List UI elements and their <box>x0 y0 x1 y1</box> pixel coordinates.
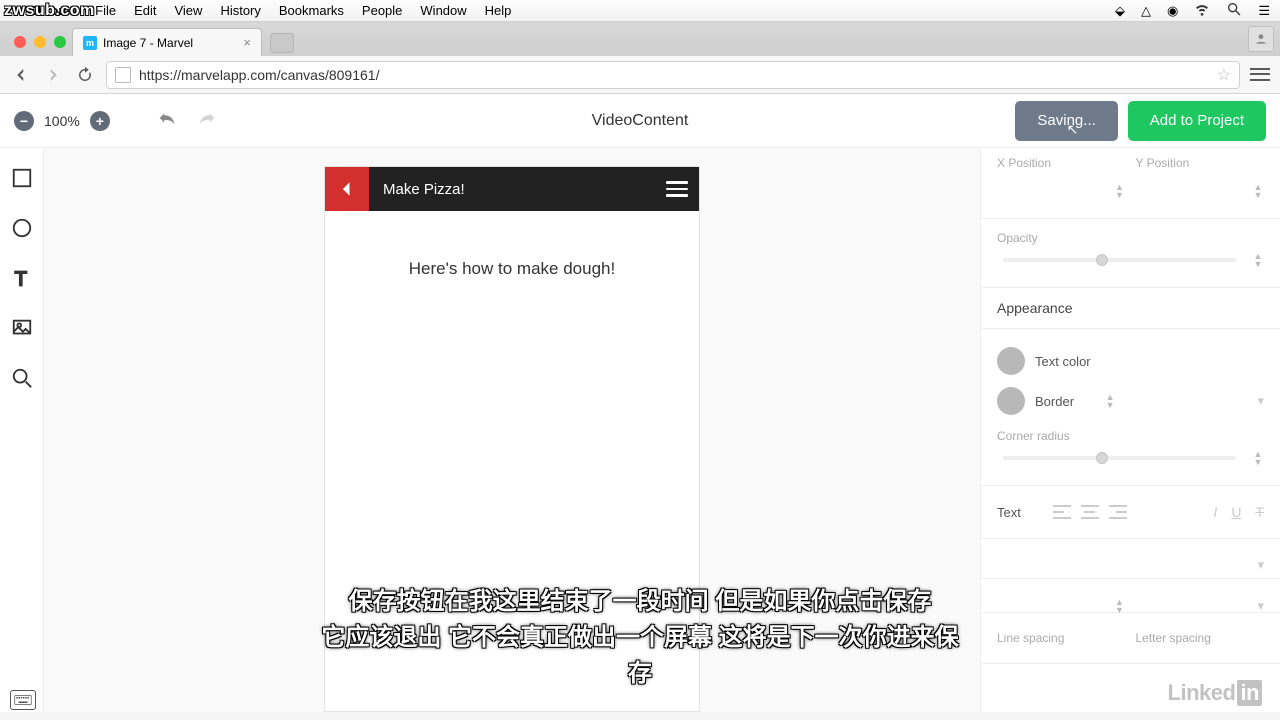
browser-window: m Image 7 - Marvel × https://marvelapp.c… <box>0 22 1280 94</box>
line-spacing-label: Line spacing <box>997 631 1126 645</box>
favicon-icon: m <box>83 36 97 50</box>
border-color-swatch[interactable] <box>997 387 1025 415</box>
font-weight-dropdown[interactable]: ▾ <box>1257 598 1264 614</box>
text-color-label: Text color <box>1035 354 1091 369</box>
x-position-label: X Position <box>997 156 1126 170</box>
tool-rail: T <box>0 148 44 712</box>
url-field[interactable]: https://marvelapp.com/canvas/809161/ ☆ <box>106 61 1240 89</box>
menu-view[interactable]: View <box>174 3 202 18</box>
profile-button[interactable] <box>1248 26 1274 52</box>
tab-strip: m Image 7 - Marvel × <box>0 22 1280 56</box>
watermark-text: zwsub.com <box>4 2 95 20</box>
nav-back-button[interactable] <box>10 64 32 86</box>
undo-button[interactable] <box>156 107 178 134</box>
zoom-level: 100% <box>44 113 80 129</box>
artboard-header: Make Pizza! <box>325 167 699 211</box>
border-width-stepper[interactable]: ▲▼ <box>1104 392 1116 410</box>
align-center-button[interactable] <box>1081 505 1099 519</box>
x-position-stepper[interactable]: ▲▼ <box>1114 182 1126 200</box>
font-size-stepper[interactable]: ▲▼ <box>1114 597 1126 615</box>
rectangle-tool[interactable] <box>10 166 34 190</box>
border-style-dropdown[interactable]: ▾ <box>1257 393 1264 409</box>
redo-button <box>196 107 218 134</box>
search-tool[interactable] <box>10 366 34 390</box>
page-icon <box>115 67 131 83</box>
menu-help[interactable]: Help <box>485 3 512 18</box>
linkedin-watermark: Linkedin <box>1168 680 1262 706</box>
macos-menubar: Chrome File Edit View History Bookmarks … <box>0 0 1280 22</box>
menu-window[interactable]: Window <box>420 3 466 18</box>
font-dropdown[interactable]: ▾ <box>1257 557 1264 573</box>
menu-file[interactable]: File <box>95 3 116 18</box>
zoom-in-button[interactable]: + <box>90 111 110 131</box>
gdrive-icon[interactable]: △ <box>1141 3 1151 19</box>
underline-button[interactable]: U <box>1231 504 1241 520</box>
chrome-menu-button[interactable] <box>1250 65 1270 85</box>
nav-reload-button[interactable] <box>74 64 96 86</box>
menu-people[interactable]: People <box>362 3 402 18</box>
align-left-button[interactable] <box>1053 505 1071 519</box>
spotlight-icon[interactable] <box>1226 1 1242 20</box>
window-controls <box>8 36 72 56</box>
image-tool[interactable] <box>10 316 34 340</box>
svg-text:T: T <box>14 268 26 289</box>
cc-icon[interactable]: ◉ <box>1167 3 1178 19</box>
add-to-project-button[interactable]: Add to Project <box>1128 101 1266 141</box>
subtitle-overlay: 保存按钮在我这里结束了一段时间 但是如果你点击保存 它应该退出 它不会真正做出一… <box>320 584 960 692</box>
window-minimize-icon[interactable] <box>34 36 46 48</box>
y-position-label: Y Position <box>1136 156 1265 170</box>
corner-radius-label: Corner radius <box>997 429 1264 443</box>
text-color-swatch[interactable] <box>997 347 1025 375</box>
align-right-button[interactable] <box>1109 505 1127 519</box>
artboard-menu-icon[interactable] <box>655 181 699 197</box>
opacity-label: Opacity <box>997 231 1264 245</box>
dropbox-icon[interactable]: ⬙ <box>1115 3 1125 19</box>
text-tool[interactable]: T <box>10 266 34 290</box>
y-position-stepper[interactable]: ▲▼ <box>1252 182 1264 200</box>
document-title[interactable]: VideoContent <box>592 112 689 130</box>
menu-edit[interactable]: Edit <box>134 3 156 18</box>
inspector-panel: X Position Y Position ▲▼ ▲▼ Opacity ▲▼ A… <box>980 148 1280 712</box>
save-button[interactable]: Saving... ↖ <box>1015 101 1117 141</box>
ellipse-tool[interactable] <box>10 216 34 240</box>
italic-button[interactable]: I <box>1213 504 1217 520</box>
tab-close-icon[interactable]: × <box>243 35 251 50</box>
appearance-section-title: Appearance <box>997 300 1264 316</box>
tab-title: Image 7 - Marvel <box>103 36 193 50</box>
zoom-out-button[interactable]: − <box>14 111 34 131</box>
border-label: Border <box>1035 394 1074 409</box>
nav-forward-button <box>42 64 64 86</box>
corner-radius-stepper[interactable]: ▲▼ <box>1252 449 1264 467</box>
address-bar: https://marvelapp.com/canvas/809161/ ☆ <box>0 56 1280 94</box>
opacity-stepper[interactable]: ▲▼ <box>1252 251 1264 269</box>
corner-radius-slider[interactable] <box>1003 456 1236 460</box>
bookmark-star-icon[interactable]: ☆ <box>1217 65 1231 85</box>
text-section-label: Text <box>997 505 1021 520</box>
menu-history[interactable]: History <box>220 3 260 18</box>
opacity-slider[interactable] <box>1003 258 1236 262</box>
app-topbar: − 100% + VideoContent Saving... ↖ Add to… <box>0 94 1280 148</box>
strikethrough-button[interactable]: T <box>1255 504 1264 520</box>
artboard-title: Make Pizza! <box>369 181 655 198</box>
window-zoom-icon[interactable] <box>54 36 66 48</box>
keyboard-toggle-icon[interactable] <box>10 690 36 710</box>
browser-tab[interactable]: m Image 7 - Marvel × <box>72 28 262 56</box>
new-tab-button[interactable] <box>270 33 294 53</box>
window-close-icon[interactable] <box>14 36 26 48</box>
url-text: https://marvelapp.com/canvas/809161/ <box>139 67 379 83</box>
artboard-body-text[interactable]: Here's how to make dough! <box>325 211 699 327</box>
zoom-controls: − 100% + <box>14 111 110 131</box>
letter-spacing-label: Letter spacing <box>1136 631 1265 645</box>
menu-list-icon[interactable]: ☰ <box>1258 3 1270 19</box>
menu-bookmarks[interactable]: Bookmarks <box>279 3 344 18</box>
wifi-icon[interactable] <box>1194 1 1210 20</box>
artboard-back-button[interactable] <box>325 167 369 211</box>
